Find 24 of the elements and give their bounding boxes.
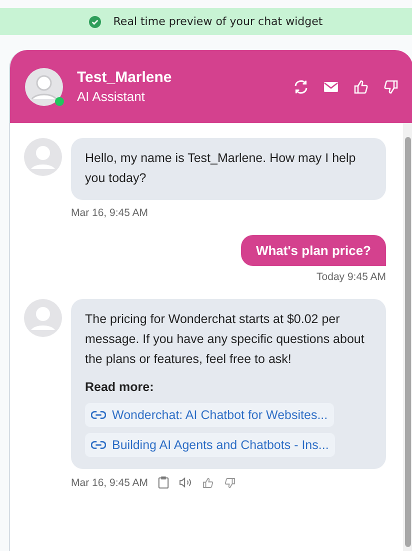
bot-role: AI Assistant <box>77 89 146 104</box>
link-icon <box>91 410 106 420</box>
scrollbar[interactable] <box>403 123 412 551</box>
copy-icon[interactable] <box>158 476 170 489</box>
source-link[interactable]: Wonderchat: AI Chatbot for Websites... <box>85 403 334 427</box>
banner-text: Real time preview of your chat widget <box>113 15 323 28</box>
message-time: Today 9:45 AM <box>316 271 386 283</box>
message-time: Mar 16, 9:45 AM <box>71 207 148 219</box>
check-circle-icon <box>89 16 102 28</box>
source-link[interactable]: Building AI Agents and Chatbots - Ins... <box>85 433 335 457</box>
bot-name: Test_Marlene <box>77 69 173 86</box>
user-message: What's plan price? <box>240 235 386 266</box>
message-time: Mar 16, 9:45 AM <box>71 476 148 488</box>
read-more-label: Read more: <box>85 379 155 396</box>
message-text: The pricing for Wonderchat starts at $0.02 per message. If you have any specific questions about the plans or features, feel free to ask! <box>85 311 366 368</box>
refresh-icon[interactable] <box>293 78 309 94</box>
thumbs-down-icon[interactable] <box>224 476 236 488</box>
avatar-icon <box>24 299 62 337</box>
avatar-icon <box>24 138 62 176</box>
link-icon <box>91 440 106 450</box>
avatar-icon <box>25 68 63 106</box>
thumbs-up-icon[interactable] <box>202 476 214 488</box>
speaker-icon[interactable] <box>179 477 192 488</box>
message-text: Hello, my name is Test_Marlene. How may I help you today? <box>85 150 357 187</box>
